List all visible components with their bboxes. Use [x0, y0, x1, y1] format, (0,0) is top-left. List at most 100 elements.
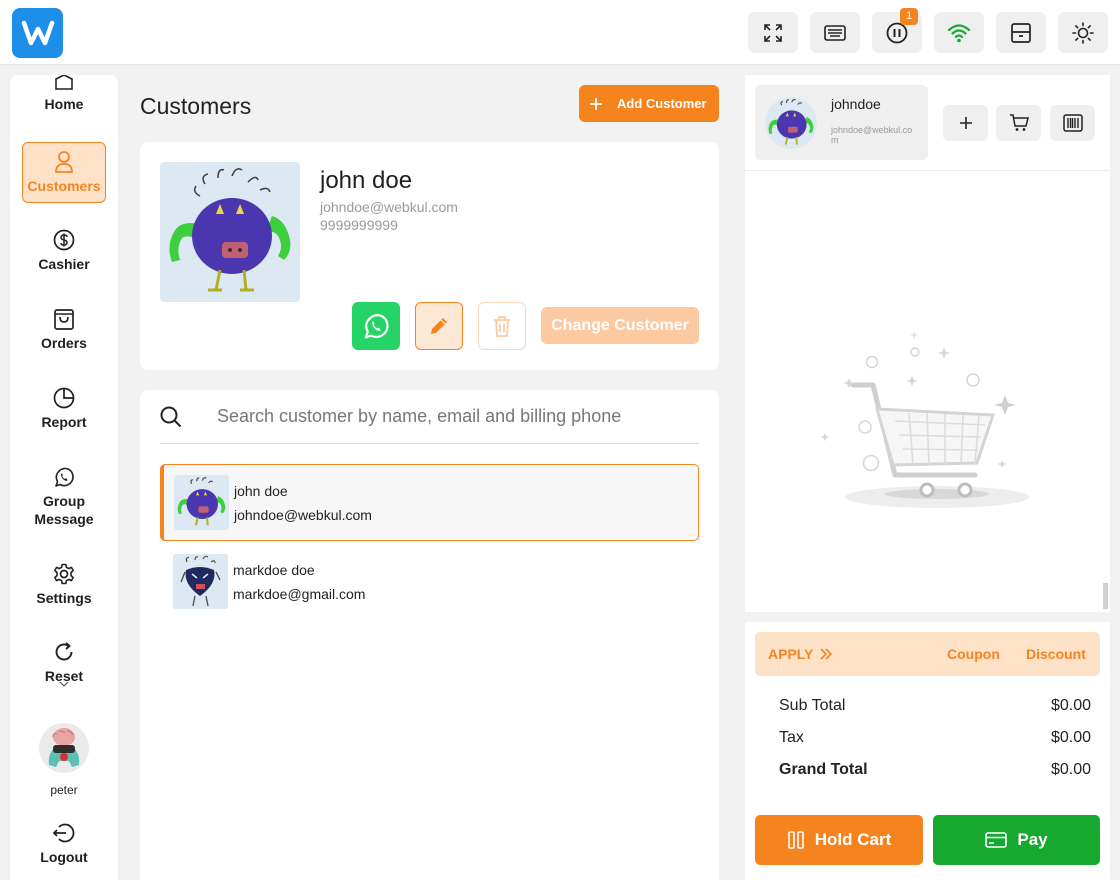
- sidebar-item-label: Logout: [40, 849, 88, 865]
- customer-avatar-image: [180, 555, 221, 607]
- logout-button[interactable]: Logout: [22, 822, 106, 866]
- subtotal-value: $0.00: [1050, 697, 1091, 714]
- list-item[interactable]: markdoe doe markdoe@gmail.com: [160, 543, 699, 620]
- pay-button[interactable]: Pay: [933, 815, 1100, 865]
- scrollbar[interactable]: [1103, 583, 1108, 609]
- change-customer-button[interactable]: Change Customer: [541, 307, 699, 344]
- hold-orders-button[interactable]: 1: [872, 8, 922, 53]
- tax-row: Tax $0.00: [779, 729, 1091, 747]
- list-item-name: markdoe doe: [233, 561, 315, 578]
- pause-icon: [787, 831, 804, 849]
- drawer-icon: [1011, 22, 1031, 43]
- sidebar-item-cashier[interactable]: Cashier: [22, 229, 106, 273]
- sidebar-item-label: Customers: [27, 177, 101, 194]
- double-chevron-right-icon: [820, 648, 833, 660]
- keyboard-button[interactable]: [810, 12, 860, 53]
- sidebar-item-report[interactable]: Report: [22, 387, 106, 431]
- gear-icon: [54, 563, 74, 585]
- list-item-email: johndoe@webkul.com: [234, 506, 372, 523]
- customer-avatar-image: [169, 168, 291, 292]
- apply-label[interactable]: APPLY: [768, 646, 813, 662]
- bag-icon: [54, 309, 74, 330]
- customer-email: johndoe@webkul.com: [320, 199, 458, 215]
- user-profile[interactable]: peter: [22, 723, 106, 799]
- sidebar-item-label: Group Message: [34, 493, 94, 527]
- grand-total-label: Grand Total: [779, 761, 868, 778]
- sidebar-item-label: Cashier: [38, 256, 90, 272]
- search-input[interactable]: Search customer by name, email and billi…: [217, 406, 621, 427]
- apply-bar: APPLY Coupon Discount: [755, 632, 1100, 676]
- change-customer-label: Change Customer: [551, 316, 689, 334]
- avatar-image: [48, 728, 80, 767]
- chevron-down-icon: [59, 681, 69, 687]
- sidebar-item-settings[interactable]: Settings: [22, 563, 106, 607]
- customer-avatar: [160, 162, 300, 302]
- reset-icon: [55, 642, 73, 661]
- cart-panel: johndoe johndoe@webkul.com: [745, 75, 1110, 612]
- logout-icon: [53, 823, 75, 843]
- sidebar-item-label: Settings: [36, 590, 92, 606]
- empty-cart-illustration: [820, 331, 1029, 508]
- sidebar: Home Customers Cashier Orders Report Gro…: [10, 75, 118, 880]
- user-name: peter: [50, 783, 78, 797]
- keyboard-icon: [824, 24, 846, 41]
- app-logo[interactable]: [12, 8, 63, 58]
- whatsapp-button[interactable]: [352, 302, 400, 350]
- dollar-icon: [53, 229, 75, 251]
- page-title: Customers: [140, 93, 252, 119]
- sun-icon: [1072, 21, 1094, 44]
- cart-customer-chip[interactable]: johndoe johndoe@webkul.com: [755, 85, 928, 160]
- sidebar-item-group-message[interactable]: Group Message: [22, 466, 106, 528]
- cart-summary: APPLY Coupon Discount Sub Total $0.00 Ta…: [745, 622, 1110, 880]
- list-item-info: john doe johndoe@webkul.com: [234, 479, 372, 527]
- theme-toggle-button[interactable]: [1058, 12, 1108, 53]
- edit-customer-button[interactable]: [415, 302, 463, 350]
- customer-phone: 9999999999: [320, 217, 398, 233]
- customer-list-card: Search customer by name, email and billi…: [140, 390, 719, 880]
- add-customer-button[interactable]: Add Customer: [579, 85, 719, 122]
- barcode-icon: [1062, 114, 1083, 132]
- wifi-button[interactable]: [934, 12, 984, 53]
- fullscreen-button[interactable]: [748, 12, 798, 53]
- pay-label: Pay: [1017, 830, 1048, 849]
- pencil-icon: [431, 318, 447, 334]
- list-item-email: markdoe@gmail.com: [233, 585, 366, 602]
- hold-cart-button[interactable]: Hold Cart: [755, 815, 923, 865]
- sidebar-item-reset[interactable]: Reset: [22, 641, 106, 691]
- add-to-cart-button[interactable]: [943, 105, 988, 141]
- cart-customer-email: johndoe@webkul.com: [831, 125, 913, 145]
- search-bar[interactable]: Search customer by name, email and billi…: [160, 390, 699, 444]
- coupon-button[interactable]: Coupon: [947, 646, 1000, 662]
- pie-icon: [53, 387, 75, 409]
- whatsapp-icon: [55, 467, 74, 487]
- selected-customer-card: john doe johndoe@webkul.com 9999999999 C…: [140, 142, 719, 370]
- wifi-icon: [947, 23, 971, 42]
- sidebar-item-home[interactable]: Home: [22, 75, 106, 113]
- subtotal-row: Sub Total $0.00: [779, 697, 1091, 715]
- list-item-avatar: [173, 554, 228, 609]
- customer-avatar-image: [768, 98, 814, 145]
- cart-button[interactable]: [996, 105, 1041, 141]
- sidebar-item-label: Home: [44, 96, 84, 112]
- list-item-avatar: [174, 475, 229, 530]
- sidebar-item-label: Orders: [41, 335, 87, 351]
- cart-customer-name: johndoe: [831, 96, 881, 112]
- cash-drawer-button[interactable]: [996, 12, 1046, 53]
- discount-button[interactable]: Discount: [1026, 646, 1086, 662]
- plus-icon: [959, 117, 972, 129]
- logo-icon: [21, 20, 54, 46]
- search-icon: [160, 406, 182, 427]
- user-icon: [55, 150, 73, 173]
- customer-avatar-image: [177, 477, 226, 526]
- delete-customer-button[interactable]: [478, 302, 526, 350]
- barcode-button[interactable]: [1050, 105, 1095, 141]
- divider: [745, 170, 1110, 171]
- sidebar-item-customers[interactable]: Customers: [22, 142, 106, 203]
- grand-total-value: $0.00: [1050, 761, 1091, 778]
- customer-name: john doe: [320, 167, 413, 194]
- home-icon: [55, 75, 73, 90]
- hold-count-badge: 1: [900, 8, 918, 25]
- list-item[interactable]: john doe johndoe@webkul.com: [160, 464, 699, 541]
- plus-icon: [590, 97, 602, 110]
- sidebar-item-orders[interactable]: Orders: [22, 308, 106, 352]
